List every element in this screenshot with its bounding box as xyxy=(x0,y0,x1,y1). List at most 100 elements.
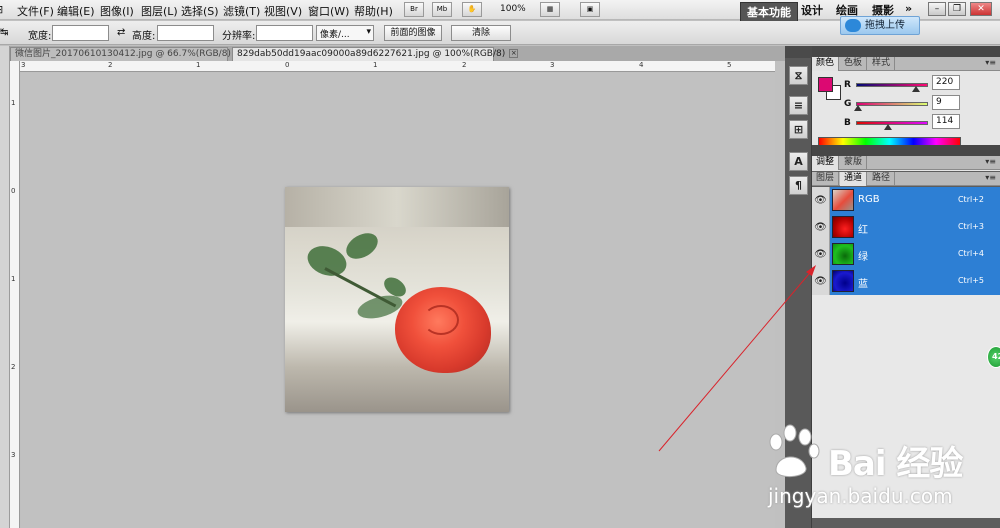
channel-blue[interactable]: 蓝 Ctrl+5 xyxy=(830,268,1000,295)
layer-comps-icon[interactable]: ⊞ xyxy=(789,120,808,139)
tool-presets-icon[interactable]: ≡ xyxy=(789,96,808,115)
tab-document-1[interactable]: 微信图片_20170610130412.jpg @ 66.7%(RGB/8)× xyxy=(10,47,244,61)
notification-badge[interactable]: 42 xyxy=(987,346,1000,368)
g-slider[interactable] xyxy=(856,102,928,106)
menu-filter[interactable]: 滤镜(T) xyxy=(223,3,260,19)
arrange-icon[interactable]: ▦ xyxy=(540,2,560,17)
channel-thumbnail xyxy=(832,189,854,211)
resolution-field[interactable] xyxy=(256,25,313,41)
close-icon[interactable]: ✕ xyxy=(970,2,992,16)
tab-document-1-title: 微信图片_20170610130412.jpg @ 66.7%(RGB/8) xyxy=(15,49,231,59)
width-label: 宽度: xyxy=(28,31,52,42)
vertical-ruler: 1 0 1 2 3 xyxy=(10,61,20,528)
tab-channels[interactable]: 通道 xyxy=(840,172,868,186)
channel-name: 蓝 xyxy=(858,279,868,290)
screen-mode-icon[interactable]: ▣ xyxy=(580,2,600,17)
ruler-label: 4 xyxy=(639,61,644,69)
tab-color[interactable]: 颜色 xyxy=(812,57,840,71)
ruler-label: 2 xyxy=(108,61,113,69)
tools-panel[interactable] xyxy=(0,46,10,528)
channel-row-green[interactable]: 👁 绿 Ctrl+4 xyxy=(812,241,1000,268)
drag-upload-button[interactable]: 拖拽上传 xyxy=(840,16,920,35)
menu-file[interactable]: 文件(F) xyxy=(17,3,54,19)
channel-row-blue[interactable]: 👁 蓝 Ctrl+5 xyxy=(812,268,1000,295)
channel-shortcut: Ctrl+3 xyxy=(957,222,984,231)
height-field[interactable] xyxy=(157,25,214,41)
eye-icon[interactable]: 👁 xyxy=(812,268,830,295)
channel-row-red[interactable]: 👁 红 Ctrl+3 xyxy=(812,214,1000,241)
character-icon[interactable]: A xyxy=(789,152,808,171)
channel-name: 绿 xyxy=(858,252,868,263)
r-value-input[interactable]: 220 xyxy=(932,75,960,90)
menu-window[interactable]: 窗口(W) xyxy=(308,3,349,19)
channel-green[interactable]: 绿 Ctrl+4 xyxy=(830,241,1000,268)
drag-upload-label: 拖拽上传 xyxy=(865,20,905,31)
menu-select[interactable]: 选择(S) xyxy=(181,3,219,19)
channel-g-label: G xyxy=(844,99,852,109)
menu-edit[interactable]: 编辑(E) xyxy=(57,3,95,19)
rose-photo[interactable] xyxy=(285,187,509,412)
eye-icon[interactable]: 👁 xyxy=(812,241,830,268)
tab-document-2-title: 829dab50dd19aac09000a89d6227621.jpg @ 10… xyxy=(237,49,506,59)
tab-masks[interactable]: 蒙版 xyxy=(840,156,868,170)
ruler-label: 1 xyxy=(373,61,378,69)
swap-icon[interactable]: ⇄ xyxy=(117,27,125,38)
g-value-input[interactable]: 9 xyxy=(932,95,960,110)
minibridge-button[interactable]: Mb xyxy=(432,2,452,17)
panel-menu-icon[interactable]: ▾≡ xyxy=(985,58,996,67)
document-tab-bar: 微信图片_20170610130412.jpg @ 66.7%(RGB/8)× … xyxy=(10,46,785,61)
ruler-label: 2 xyxy=(462,61,467,69)
channel-name: RGB xyxy=(858,194,880,205)
g-slider-thumb[interactable] xyxy=(854,105,862,111)
paragraph-icon[interactable]: ¶ xyxy=(789,176,808,195)
menu-layer[interactable]: 图层(L) xyxy=(141,3,178,19)
panel-menu-icon[interactable]: ▾≡ xyxy=(985,173,996,182)
width-field[interactable] xyxy=(52,25,109,41)
close-icon[interactable]: × xyxy=(509,49,519,58)
unit-select-value: 像素/... xyxy=(320,30,350,40)
channel-red[interactable]: 红 Ctrl+3 xyxy=(830,214,1000,241)
eye-icon[interactable]: 👁 xyxy=(812,187,830,214)
zoom-level[interactable]: 100% xyxy=(500,4,526,14)
history-icon[interactable]: ⧖ xyxy=(789,66,808,85)
tab-styles[interactable]: 样式 xyxy=(868,57,896,71)
ruler-label: 0 xyxy=(11,187,16,195)
menu-help[interactable]: 帮助(H) xyxy=(354,3,393,19)
foreground-color-swatch[interactable] xyxy=(818,77,833,92)
ruler-label: 3 xyxy=(11,451,16,459)
channel-thumbnail xyxy=(832,243,854,265)
tab-adjustments[interactable]: 调整 xyxy=(812,156,840,170)
channel-rgb[interactable]: RGB Ctrl+2 xyxy=(830,187,1000,214)
ruler-label: 3 xyxy=(550,61,555,69)
b-slider-thumb[interactable] xyxy=(884,124,892,130)
rose-petal xyxy=(423,305,459,335)
tab-document-2[interactable]: 829dab50dd19aac09000a89d6227621.jpg @ 10… xyxy=(232,47,519,61)
b-value-input[interactable]: 114 xyxy=(932,114,960,129)
height-label: 高度: xyxy=(132,31,156,42)
eye-icon[interactable]: 👁 xyxy=(812,214,830,241)
crop-tool-icon[interactable]: ↹ xyxy=(0,27,8,38)
r-slider-thumb[interactable] xyxy=(912,86,920,92)
restore-icon[interactable]: ❐ xyxy=(948,2,966,16)
unit-select[interactable]: 像素/... ▾ xyxy=(316,25,374,41)
tab-swatches[interactable]: 色板 xyxy=(840,57,868,71)
channel-row-rgb[interactable]: 👁 RGB Ctrl+2 xyxy=(812,187,1000,214)
workspace-essentials[interactable]: 基本功能 xyxy=(740,2,798,22)
hand-tool-icon[interactable]: ✋ xyxy=(462,2,482,17)
menu-image[interactable]: 图像(I) xyxy=(100,3,134,19)
clear-button[interactable]: 清除 xyxy=(451,25,511,41)
bridge-button[interactable]: Br xyxy=(404,2,424,17)
panel-menu-icon[interactable]: ▾≡ xyxy=(985,157,996,166)
front-image-button[interactable]: 前面的图像 xyxy=(384,25,442,41)
b-slider[interactable] xyxy=(856,121,928,125)
ruler-label: 5 xyxy=(727,61,732,69)
channel-thumbnail xyxy=(832,216,854,238)
minimize-icon[interactable]: – xyxy=(928,2,946,16)
tab-paths[interactable]: 路径 xyxy=(868,172,896,186)
horizontal-ruler: 3 2 1 0 1 2 3 4 5 xyxy=(20,61,775,72)
tab-layers[interactable]: 图层 xyxy=(812,172,840,186)
workspace-more[interactable]: » xyxy=(905,2,912,15)
menu-view[interactable]: 视图(V) xyxy=(264,3,302,19)
tool-icon[interactable]: ⊞ xyxy=(0,3,3,16)
workspace-design[interactable]: 设计 xyxy=(801,2,823,18)
